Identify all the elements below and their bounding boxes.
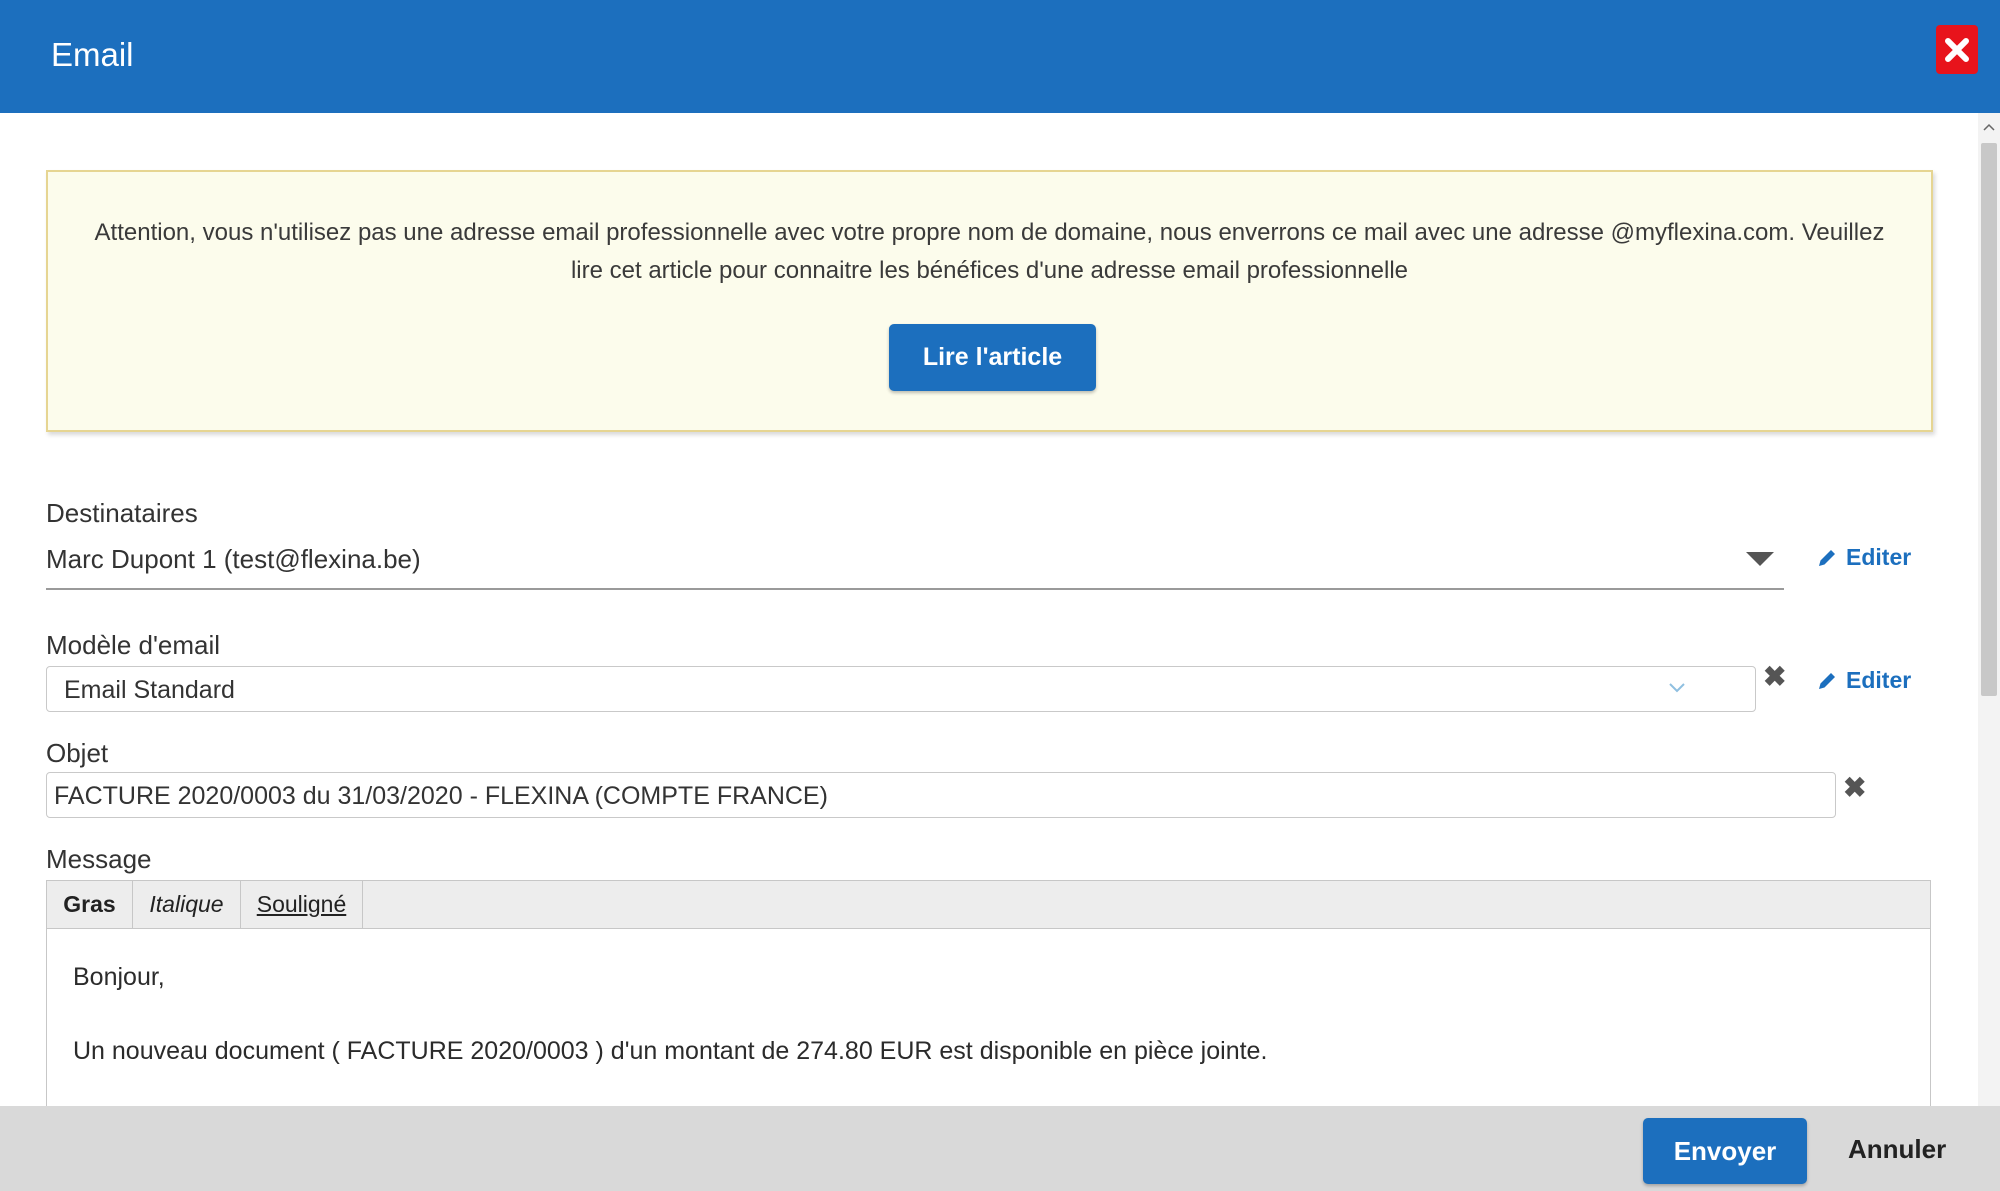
- clear-icon: ✖: [1763, 661, 1787, 692]
- recipients-value: Marc Dupont 1 (test@flexina.be): [46, 544, 421, 574]
- message-body[interactable]: Bonjour, Un nouveau document ( FACTURE 2…: [73, 959, 1267, 1107]
- bold-button[interactable]: Gras: [47, 881, 133, 928]
- read-article-button[interactable]: Lire l'article: [889, 324, 1096, 391]
- alert-message: Attention, vous n'utilisez pas une adres…: [94, 219, 1885, 284]
- professional-email-alert: Attention, vous n'utilisez pas une adres…: [46, 170, 1933, 432]
- edit-recipients-label: Editer: [1846, 544, 1912, 570]
- subject-input[interactable]: FACTURE 2020/0003 du 31/03/2020 - FLEXIN…: [46, 772, 1836, 818]
- subject-value: FACTURE 2020/0003 du 31/03/2020 - FLEXIN…: [54, 782, 828, 810]
- message-line: Bonjour,: [73, 963, 165, 991]
- editor-toolbar: Gras Italique Souligné: [47, 881, 1930, 929]
- underline-button[interactable]: Souligné: [241, 881, 363, 928]
- edit-recipients-button[interactable]: Editer: [1816, 544, 1911, 571]
- chevron-down-icon: [1669, 683, 1685, 693]
- message-label: Message: [46, 844, 152, 874]
- send-button[interactable]: Envoyer: [1643, 1118, 1807, 1184]
- template-label: Modèle d'email: [46, 630, 221, 660]
- dialog-title: Email: [51, 36, 134, 73]
- edit-template-button[interactable]: Editer: [1816, 667, 1911, 694]
- italic-button[interactable]: Italique: [133, 881, 241, 928]
- pencil-icon: [1819, 549, 1835, 566]
- dialog-header: Email: [0, 0, 2000, 113]
- scrollbar-thumb[interactable]: [1981, 143, 1997, 696]
- clear-template-button[interactable]: ✖: [1763, 660, 1786, 693]
- recipients-label: Destinataires: [46, 498, 198, 528]
- close-button[interactable]: [1936, 25, 1978, 74]
- template-value: Email Standard: [64, 676, 235, 704]
- template-select[interactable]: Email Standard: [46, 666, 1756, 712]
- scroll-up-arrow-icon[interactable]: [1978, 117, 2000, 137]
- edit-template-label: Editer: [1846, 667, 1912, 693]
- recipients-select[interactable]: Marc Dupont 1 (test@flexina.be): [46, 532, 1784, 590]
- close-icon: [1945, 37, 1969, 62]
- caret-down-icon[interactable]: [1746, 552, 1774, 566]
- message-editor[interactable]: Gras Italique Souligné Bonjour, Un nouve…: [46, 880, 1931, 1110]
- clear-icon: ✖: [1843, 772, 1867, 803]
- pencil-icon: [1819, 672, 1835, 689]
- subject-label: Objet: [46, 738, 109, 768]
- dialog-footer: Envoyer Annuler: [0, 1106, 2000, 1191]
- message-line: Un nouveau document ( FACTURE 2020/0003 …: [73, 1037, 1268, 1065]
- clear-subject-button[interactable]: ✖: [1843, 771, 1866, 804]
- cancel-button[interactable]: Annuler: [1848, 1134, 1946, 1165]
